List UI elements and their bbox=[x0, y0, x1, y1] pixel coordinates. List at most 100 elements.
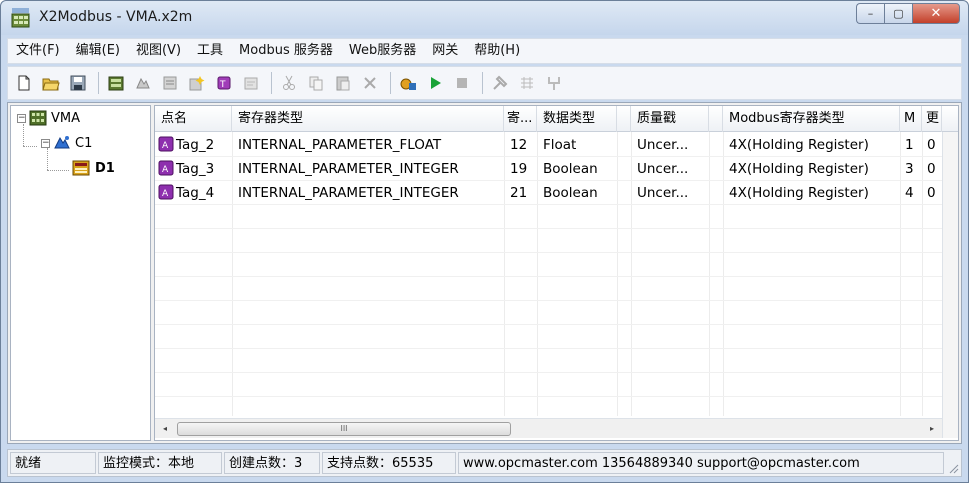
col-header-name[interactable]: 点名 bbox=[155, 106, 232, 132]
cell-m: 1 bbox=[905, 137, 914, 153]
channel-icon bbox=[54, 136, 70, 149]
copy-button[interactable] bbox=[304, 71, 328, 95]
project-icon bbox=[29, 110, 47, 126]
status-ready: 就绪 bbox=[10, 452, 96, 474]
new-tag-button[interactable] bbox=[185, 71, 209, 95]
channel-icon bbox=[136, 77, 150, 89]
scroll-thumb[interactable]: III bbox=[177, 422, 511, 436]
col-header-register-addr[interactable]: 寄... bbox=[504, 106, 537, 132]
tag-name: Tag_3 bbox=[176, 161, 215, 177]
cell-data-type: Boolean bbox=[543, 185, 598, 201]
collapse-toggle[interactable]: − bbox=[41, 138, 50, 148]
menu-gateway[interactable]: 网关 bbox=[424, 39, 466, 63]
delete-button[interactable] bbox=[358, 71, 382, 95]
close-button[interactable]: ✕ bbox=[912, 3, 960, 24]
scroll-left-icon[interactable]: ◂ bbox=[157, 421, 173, 437]
tree-label-channel: C1 bbox=[75, 135, 93, 151]
menu-web-server[interactable]: Web服务器 bbox=[341, 39, 424, 63]
cell-name: A Tag_3 bbox=[155, 157, 232, 181]
cell-register-type: INTERNAL_PARAMETER_FLOAT bbox=[238, 137, 442, 153]
horizontal-scrollbar[interactable]: ◂ III ▸ bbox=[155, 418, 942, 438]
app-window: X2Modbus - VMA.x2m – ▢ ✕ 文件(F) 编辑(E) 视图(… bbox=[0, 0, 969, 483]
svg-text:A: A bbox=[162, 165, 169, 175]
vertical-scrollbar[interactable] bbox=[942, 132, 958, 438]
resize-grip-icon[interactable] bbox=[947, 462, 959, 474]
menu-view[interactable]: 视图(V) bbox=[128, 39, 189, 63]
tag-icon: A bbox=[158, 160, 174, 176]
row-line bbox=[155, 228, 942, 229]
start-icon bbox=[431, 77, 441, 89]
table-row[interactable]: A Tag_3 INTERNAL_PARAMETER_INTEGER 19 Boo… bbox=[155, 157, 958, 181]
col-header-blank-1[interactable] bbox=[617, 106, 631, 132]
monitor-button[interactable] bbox=[396, 71, 420, 95]
add-tag-button[interactable] bbox=[158, 71, 182, 95]
minimize-button[interactable]: – bbox=[856, 3, 884, 24]
menu-tools[interactable]: 工具 bbox=[189, 39, 231, 63]
cell-quality: Uncer... bbox=[637, 161, 689, 177]
tag-group-button[interactable]: T bbox=[212, 71, 236, 95]
maximize-button[interactable]: ▢ bbox=[884, 3, 912, 24]
save-button[interactable] bbox=[66, 71, 90, 95]
menu-edit[interactable]: 编辑(E) bbox=[68, 39, 128, 63]
window-title: X2Modbus - VMA.x2m bbox=[39, 9, 193, 25]
col-header-blank-2[interactable] bbox=[709, 106, 723, 132]
tree-label-root: VMA bbox=[51, 110, 81, 126]
col-header-modbus-type[interactable]: Modbus寄存器类型 bbox=[723, 106, 900, 132]
tool2-button[interactable] bbox=[515, 71, 539, 95]
cell-name: A Tag_2 bbox=[155, 133, 232, 157]
col-header-update[interactable]: 更 bbox=[922, 106, 942, 132]
menu-file[interactable]: 文件(F) bbox=[8, 39, 68, 63]
cell-m: 3 bbox=[905, 161, 914, 177]
add-channel-button[interactable] bbox=[131, 71, 155, 95]
new-icon bbox=[18, 75, 30, 91]
col-header-m[interactable]: M bbox=[900, 106, 922, 132]
scroll-right-icon[interactable]: ▸ bbox=[924, 421, 940, 437]
col-header-quality[interactable]: 质量戳 bbox=[631, 106, 709, 132]
table-row[interactable]: A Tag_4 INTERNAL_PARAMETER_INTEGER 21 Boo… bbox=[155, 181, 958, 205]
col-header-register-type[interactable]: 寄存器类型 bbox=[232, 106, 504, 132]
cell-modbus-type: 4X(Holding Register) bbox=[729, 161, 869, 177]
cell-quality: Uncer... bbox=[637, 185, 689, 201]
tree-node-d1[interactable]: D1 bbox=[71, 159, 115, 177]
title-bar[interactable]: X2Modbus - VMA.x2m – ▢ ✕ bbox=[1, 1, 968, 35]
open-button[interactable] bbox=[39, 71, 63, 95]
tree-node-c1[interactable]: − C1 bbox=[41, 134, 92, 152]
row-line bbox=[155, 252, 942, 253]
tools-icon bbox=[493, 75, 508, 90]
add-device-button[interactable] bbox=[104, 71, 128, 95]
row-line bbox=[155, 276, 942, 277]
start-button[interactable] bbox=[423, 71, 447, 95]
tool2-icon bbox=[521, 77, 533, 89]
cell-register-addr: 19 bbox=[510, 161, 528, 177]
new-button[interactable] bbox=[12, 71, 36, 95]
cut-button[interactable] bbox=[277, 71, 301, 95]
status-supported-count: 支持点数：65535 bbox=[322, 452, 456, 474]
toolbar-separator bbox=[390, 72, 391, 94]
status-contact: www.opcmaster.com 13564889340 support@op… bbox=[458, 452, 944, 474]
cell-update: 0 bbox=[927, 161, 936, 177]
menu-modbus-server[interactable]: Modbus 服务器 bbox=[231, 39, 341, 63]
properties-button[interactable] bbox=[239, 71, 263, 95]
tree-line bbox=[47, 170, 69, 171]
tools-button[interactable] bbox=[488, 71, 512, 95]
row-line bbox=[155, 348, 942, 349]
project-tree: − VMA − C1 D1 bbox=[10, 105, 151, 441]
collapse-toggle[interactable]: − bbox=[17, 113, 26, 123]
menu-help[interactable]: 帮助(H) bbox=[466, 39, 528, 63]
tag-icon: A bbox=[158, 184, 174, 200]
stop-button[interactable] bbox=[450, 71, 474, 95]
status-mode: 监控模式：本地 bbox=[98, 452, 222, 474]
paste-icon bbox=[336, 76, 350, 91]
table-row[interactable]: A Tag_2 INTERNAL_PARAMETER_FLOAT 12 Float… bbox=[155, 133, 958, 157]
cell-register-type: INTERNAL_PARAMETER_INTEGER bbox=[238, 185, 459, 201]
col-header-data-type[interactable]: 数据类型 bbox=[537, 106, 617, 132]
new-tag-icon bbox=[189, 76, 205, 91]
tag-icon: A bbox=[158, 136, 174, 152]
cell-modbus-type: 4X(Holding Register) bbox=[729, 185, 869, 201]
window-controls: – ▢ ✕ bbox=[856, 3, 960, 25]
paste-button[interactable] bbox=[331, 71, 355, 95]
tool3-button[interactable] bbox=[542, 71, 566, 95]
tree-node-vma[interactable]: − VMA bbox=[17, 109, 80, 127]
device-icon bbox=[72, 160, 90, 176]
svg-text:T: T bbox=[219, 80, 226, 90]
